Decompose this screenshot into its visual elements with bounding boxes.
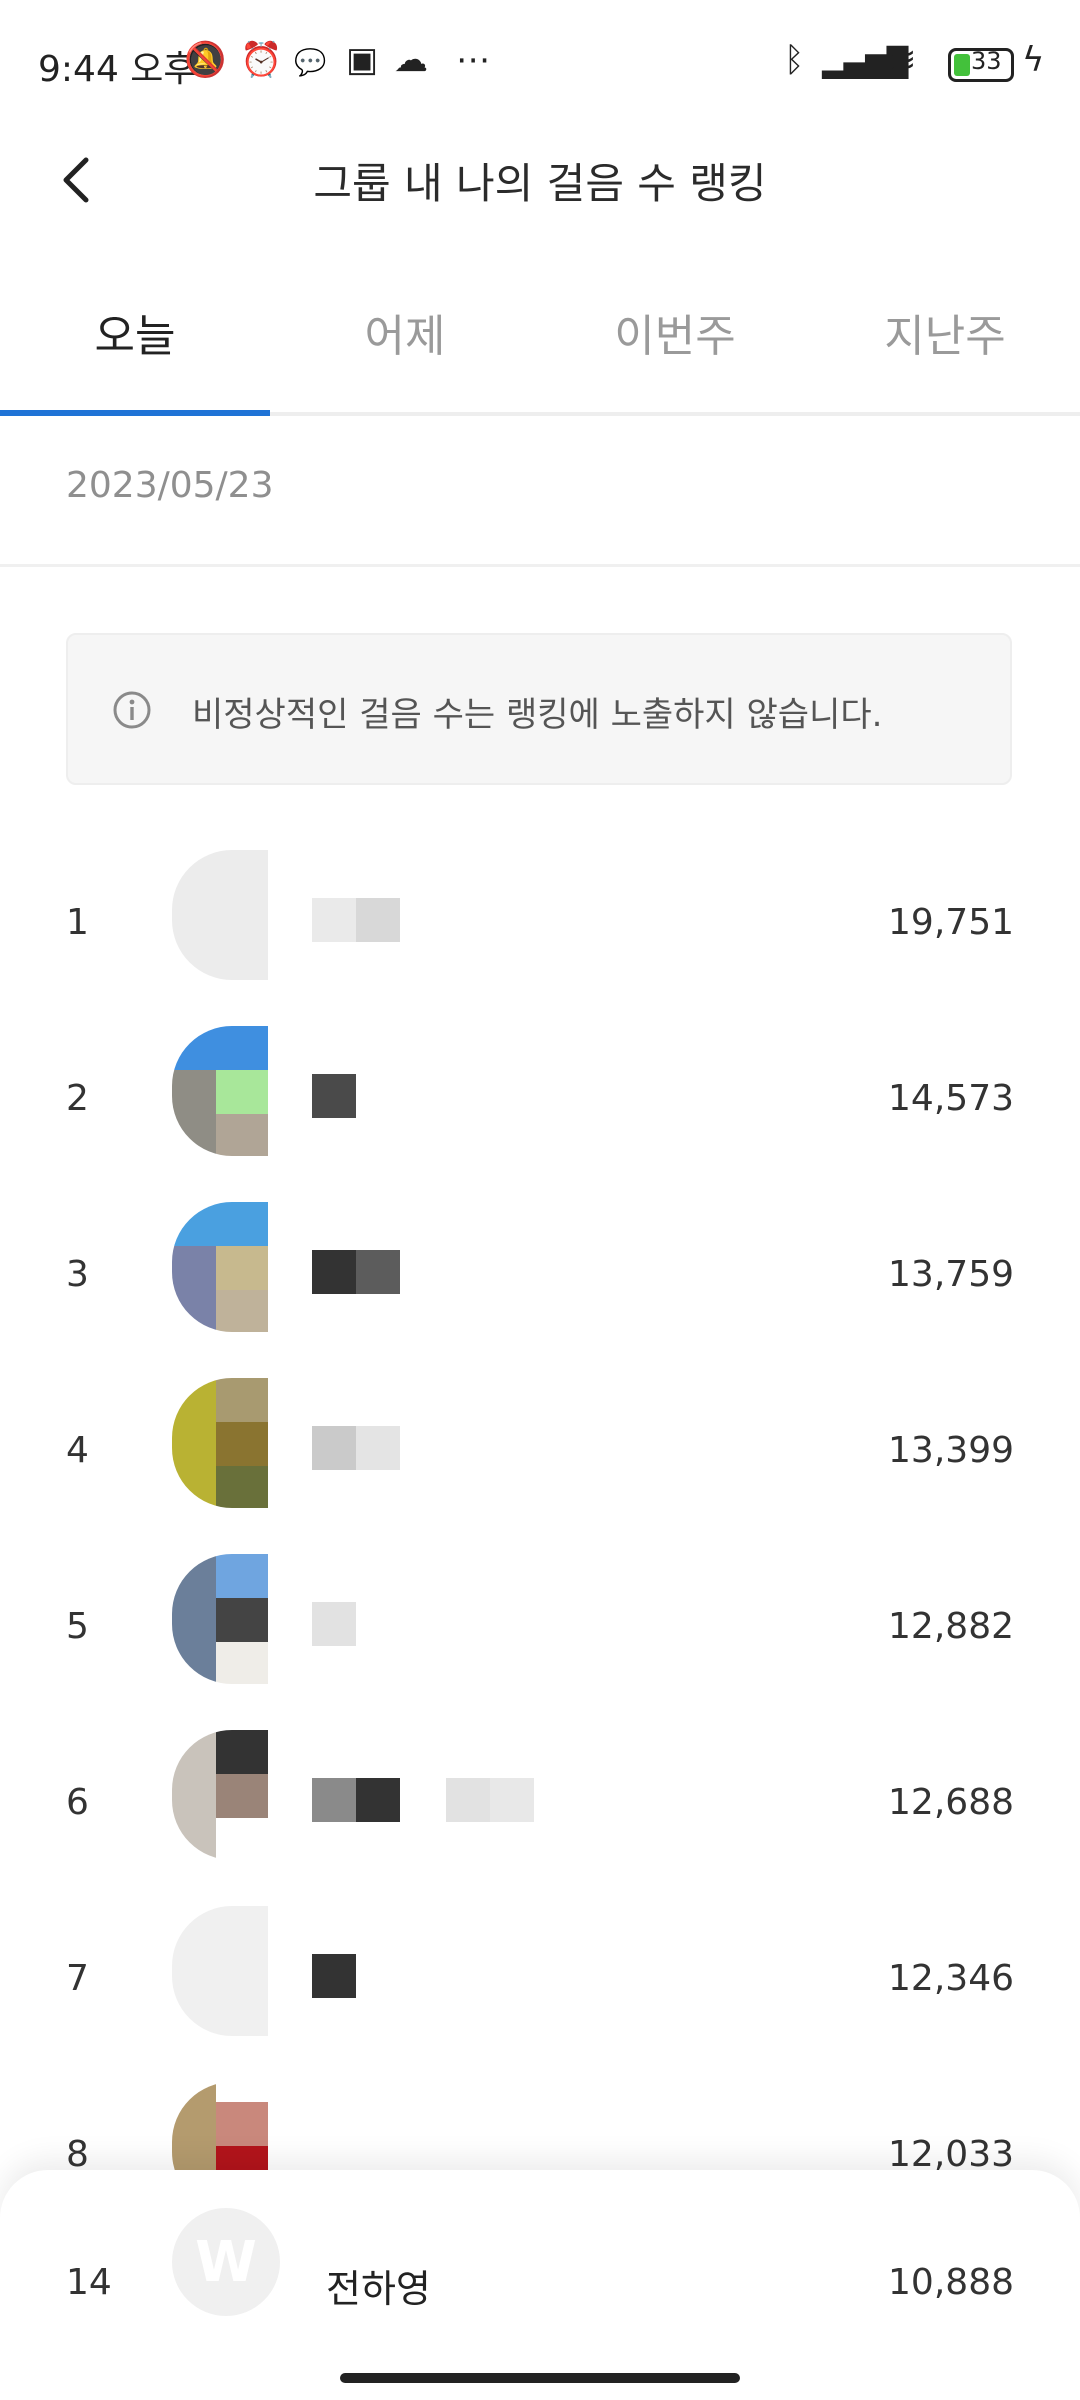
rank-number: 3 (66, 1254, 89, 1295)
rank-number: 5 (66, 1606, 89, 1647)
step-count: 19,751 (888, 902, 1014, 943)
avatar (172, 1378, 268, 1508)
active-tab-indicator (0, 410, 270, 416)
step-count: 12,346 (888, 1958, 1014, 1999)
my-step-count: 10,888 (888, 2262, 1014, 2303)
my-avatar: W (172, 2208, 280, 2316)
wifi-icon: ≋ (888, 40, 917, 80)
divider (0, 564, 1080, 567)
my-name: 전하영 (326, 2267, 431, 2311)
step-count: 13,759 (888, 1254, 1014, 1295)
avatar (172, 850, 268, 980)
rank-number: 2 (66, 1078, 89, 1119)
list-item[interactable]: 6 12,688 (0, 1730, 1080, 1906)
tab-last-week[interactable]: 지난주 (810, 300, 1080, 364)
notice-box: 비정상적인 걸음 수는 랭킹에 노출하지 않습니다. (66, 633, 1012, 785)
app-header: 그룹 내 나의 걸음 수 랭킹 (0, 130, 1080, 230)
list-item[interactable]: 4 13,399 (0, 1378, 1080, 1554)
more-dots-icon: ⋯ (456, 40, 490, 80)
kakaotalk-icon: 💬 (294, 48, 327, 78)
tab-today[interactable]: 오늘 (0, 300, 270, 364)
page-title: 그룹 내 나의 걸음 수 랭킹 (313, 159, 767, 208)
list-item[interactable]: 1 19,751 (0, 850, 1080, 1026)
status-time: 9:44 오후 (38, 49, 197, 90)
rank-number: 4 (66, 1430, 89, 1471)
rank-number: 1 (66, 902, 89, 943)
battery-level: 33 (971, 47, 1002, 75)
tab-this-week[interactable]: 이번주 (540, 300, 810, 364)
list-item[interactable]: 2 14,573 (0, 1026, 1080, 1202)
info-icon (113, 691, 151, 729)
avatar (172, 1730, 268, 1860)
alarm-icon: ⏰ (240, 40, 283, 80)
tab-yesterday[interactable]: 어제 (270, 300, 540, 364)
step-count: 12,688 (888, 1782, 1014, 1823)
step-count: 12,882 (888, 1606, 1014, 1647)
bluetooth-icon: ᛒ (784, 40, 805, 80)
battery-icon: 33 (948, 47, 1014, 82)
date-label: 2023/05/23 (66, 465, 274, 506)
home-indicator[interactable] (340, 2373, 740, 2383)
cloud-icon: ☁ (394, 40, 428, 80)
rank-number: 7 (66, 1958, 89, 1999)
instagram-icon: ▣ (346, 40, 379, 80)
status-bar: 9:44 오후 🔕 ⏰ 💬 ▣ ☁ ⋯ ᛒ ▂▄▆█ ≋ 33 ϟ (0, 0, 1080, 130)
step-count: 14,573 (888, 1078, 1014, 1119)
list-item[interactable]: 5 12,882 (0, 1554, 1080, 1730)
charging-icon: ϟ (1022, 40, 1045, 80)
list-item[interactable]: 7 12,346 (0, 1906, 1080, 2082)
period-tabs: 오늘 어제 이번주 지난주 (0, 260, 1080, 416)
avatar (172, 1906, 268, 2036)
list-item[interactable]: 3 13,759 (0, 1202, 1080, 1378)
my-rank-number: 14 (66, 2262, 112, 2303)
avatar (172, 1554, 268, 1684)
my-rank-card: 14 W 전하영 10,888 (0, 2170, 1080, 2400)
avatar-letter: W (195, 2230, 257, 2295)
step-count: 13,399 (888, 1430, 1014, 1471)
notice-text: 비정상적인 걸음 수는 랭킹에 노출하지 않습니다. (192, 695, 883, 735)
avatar (172, 1202, 268, 1332)
mute-icon: 🔕 (184, 40, 227, 80)
rank-number: 6 (66, 1782, 89, 1823)
rank-number: 8 (66, 2134, 89, 2175)
step-count: 12,033 (888, 2134, 1014, 2175)
avatar (172, 1026, 268, 1156)
